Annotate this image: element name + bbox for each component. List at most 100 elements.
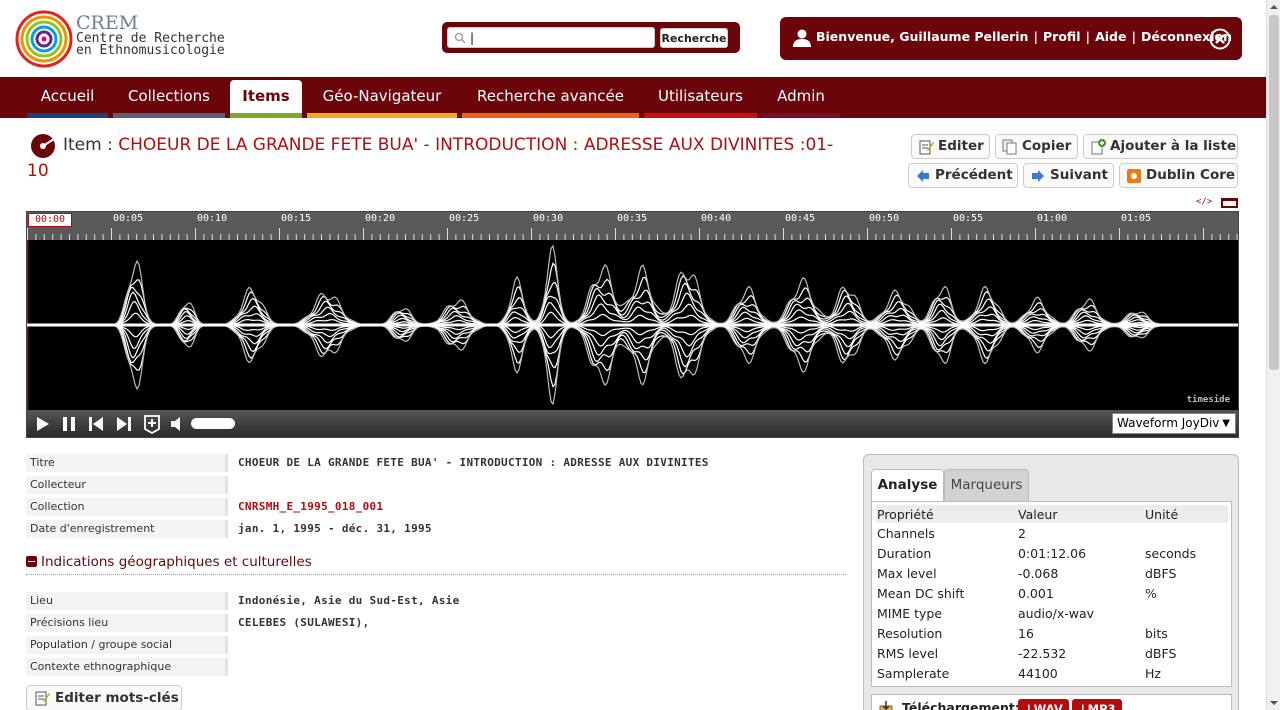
analysis-table: Propriété Valeur Unité Channels 2 Duratio…: [876, 505, 1228, 683]
collection-link[interactable]: CNRSMH_E_1995_018_001: [238, 498, 383, 516]
download-mp3-button[interactable]: ↓MP3: [1072, 699, 1122, 710]
meta-value: Indonésie, Asie du Sud-Est, Asie: [238, 594, 460, 607]
help-link[interactable]: Aide: [1095, 29, 1126, 44]
logo-line-2: en Ethnomusicologie: [76, 43, 225, 58]
table-cell: Channels: [877, 525, 935, 541]
nav-item-accueil[interactable]: Accueil: [27, 80, 108, 118]
pause-icon[interactable]: [58, 413, 80, 435]
nav-item-collections[interactable]: Collections: [113, 80, 225, 118]
volume-icon[interactable]: [168, 413, 190, 435]
table-cell: [1144, 523, 1228, 543]
table-row: Max level -0.068 dBFS: [876, 563, 1228, 583]
copy-button[interactable]: Copier: [995, 134, 1078, 159]
timeline-ruler[interactable]: 00:00 00:05 00:10 00:15 00:20 00:25 00:3…: [27, 212, 1238, 240]
next-label: Suivant: [1050, 167, 1108, 183]
profile-link[interactable]: Profil: [1043, 29, 1080, 44]
table-cell: 44100: [1018, 665, 1058, 681]
player-controls: Waveform JoyDiv ▼: [27, 410, 1238, 437]
meta-row-collecteur: Collecteur: [26, 476, 846, 494]
table-cell: 0.001: [1018, 585, 1054, 601]
item-title-value: CHOEUR DE LA GRANDE FETE BUA' - INTRODUC…: [27, 135, 834, 181]
table-cell: %: [1145, 585, 1157, 601]
nav-item-admin[interactable]: Admin: [762, 80, 840, 118]
next-button[interactable]: Suivant: [1023, 163, 1114, 188]
nav-color-bar: [644, 113, 757, 118]
tick-label: 00:20: [365, 213, 396, 224]
search-button[interactable]: Recherche: [660, 28, 728, 48]
crem-logo-icon[interactable]: [14, 9, 74, 69]
copy-icon: [1002, 139, 1017, 155]
table-cell: -22.532: [1018, 645, 1067, 661]
scroll-thumb[interactable]: [1269, 15, 1279, 370]
embed-code-icon[interactable]: </>: [1196, 197, 1212, 207]
table-cell: 0:01:12.06: [1018, 545, 1087, 561]
waveform[interactable]: [27, 240, 1238, 410]
tick-label: 00:05: [113, 213, 144, 224]
tick-label: 00:40: [701, 213, 732, 224]
user-links: Bienvenue, Guillaume Pellerin | Profil | Aid…: [816, 29, 1232, 44]
volume-slider[interactable]: [191, 418, 235, 429]
visualizer-select[interactable]: Waveform JoyDiv ▼: [1112, 413, 1236, 434]
table-header-row: Propriété Valeur Unité: [876, 505, 1228, 523]
logo-text[interactable]: CREM Centre de Recherche en Ethnomusicol…: [76, 14, 225, 58]
nav-item-recherche-avancee[interactable]: Recherche avancée: [462, 80, 639, 118]
user-greeting: Bienvenue, Guillaume Pellerin: [816, 29, 1029, 44]
search-input[interactable]: [447, 27, 655, 48]
meta-row-titre: Titre CHOEUR DE LA GRANDE FETE BUA' - IN…: [26, 454, 846, 472]
separator: |: [1033, 29, 1039, 44]
table-cell: dBFS: [1145, 565, 1177, 581]
add-marker-icon[interactable]: [141, 413, 163, 435]
meta-row-collection: Collection CNRSMH_E_1995_018_001: [26, 498, 846, 516]
column-header: Valeur: [1017, 505, 1144, 523]
tab-marqueurs[interactable]: Marqueurs: [944, 469, 1029, 501]
nav-item-items[interactable]: Items: [230, 80, 302, 118]
edit-label: Editer: [938, 138, 984, 154]
geo-section-header[interactable]: Indications géographiques et culturelles: [26, 554, 846, 575]
close-icon[interactable]: [1209, 28, 1231, 50]
meta-value: jan. 1, 1995 - déc. 31, 1995: [238, 522, 432, 535]
page-title: Item : CHOEUR DE LA GRANDE FETE BUA' - I…: [27, 132, 847, 184]
table-row: RMS level -22.532 dBFS: [876, 643, 1228, 663]
meta-label: Date d'enregistrement: [26, 520, 228, 538]
meta-label: Population / groupe social: [26, 636, 228, 654]
table-cell: Mean DC shift: [877, 585, 965, 601]
table-row: Duration 0:01:12.06 seconds: [876, 543, 1228, 563]
arrow-right-icon: [1032, 170, 1044, 182]
table-cell: seconds: [1145, 545, 1197, 561]
table-cell: Duration: [877, 545, 932, 561]
add-to-list-button[interactable]: Ajouter à la liste: [1083, 134, 1238, 159]
separator: |: [1085, 29, 1091, 44]
search-form: Recherche: [442, 22, 740, 53]
skip-forward-icon[interactable]: [113, 413, 135, 435]
scroll-down-icon[interactable]: [1267, 696, 1280, 710]
meta-row-precisions-lieu: Précisions lieu CELEBES (SULAWESI),: [26, 614, 846, 632]
collapse-icon[interactable]: [26, 556, 37, 567]
user-icon: [793, 29, 811, 47]
edit-keywords-button[interactable]: Editer mots-clés: [26, 685, 182, 710]
skip-back-icon[interactable]: [85, 413, 107, 435]
fullscreen-icon[interactable]: [1221, 198, 1238, 208]
table-row: Channels 2: [876, 523, 1228, 543]
previous-label: Précédent: [935, 167, 1013, 183]
scroll-up-icon[interactable]: [1267, 0, 1280, 14]
tick-label: 01:05: [1121, 213, 1152, 224]
nav-color-bar: [27, 113, 108, 118]
column-header: Propriété: [876, 505, 1017, 523]
download-label: Téléchargement:: [902, 700, 1020, 710]
waveform-line: [27, 262, 1237, 326]
nav-item-utilisateurs[interactable]: Utilisateurs: [644, 80, 757, 118]
play-icon[interactable]: [31, 413, 53, 435]
page-scrollbar[interactable]: [1266, 0, 1280, 710]
tab-analyse[interactable]: Analyse: [871, 469, 944, 502]
edit-button[interactable]: Editer: [911, 134, 990, 159]
nav-color-bar: [113, 113, 225, 118]
analysis-panel: Analyse Marqueurs Propriété Valeur Unité…: [863, 454, 1239, 710]
table-row: Resolution 16 bits: [876, 623, 1228, 643]
timeside-watermark: timeside: [1186, 395, 1230, 405]
previous-button[interactable]: Précédent: [908, 163, 1018, 188]
nav-item-geo-navigateur[interactable]: Géo-Navigateur: [307, 80, 457, 118]
download-wav-button[interactable]: ↓WAV: [1018, 699, 1069, 710]
tick-label: 00:10: [197, 213, 228, 224]
dublin-core-button[interactable]: Dublin Core: [1119, 163, 1238, 188]
edit-icon: [35, 691, 50, 706]
